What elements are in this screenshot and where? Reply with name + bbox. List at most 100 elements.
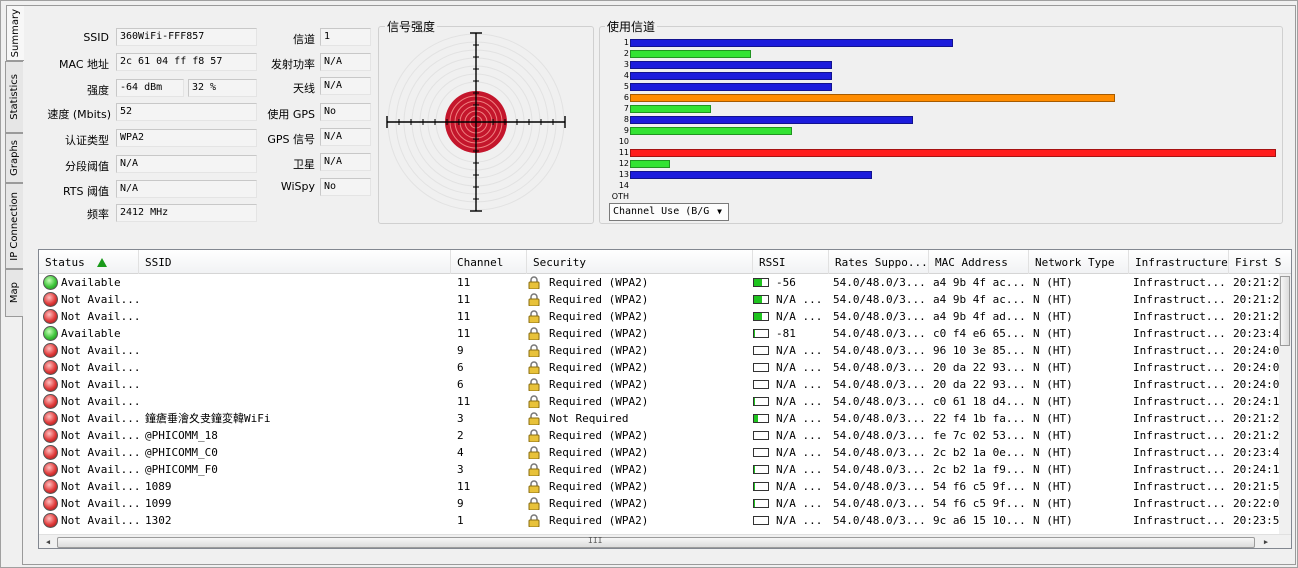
status-unavailable-icon bbox=[43, 394, 58, 409]
cell-security: Required (WPA2) bbox=[549, 344, 649, 357]
channel-tick-label: 11 bbox=[618, 148, 629, 157]
sort-asc-icon bbox=[97, 258, 107, 267]
table-row[interactable]: Available 11 Required (WPA2) -56 54.0/48.0/3… bbox=[39, 274, 1291, 291]
horizontal-scroll-thumb[interactable]: III bbox=[57, 536, 1255, 548]
cell-infra: Infrastruct... bbox=[1133, 378, 1226, 391]
tab-graphs[interactable]: Graphs bbox=[5, 133, 23, 183]
cell-rates: 54.0/48.0/3... bbox=[833, 412, 926, 425]
table-row[interactable]: Not Avail... 6 Required (WPA2) N/A ... 54.0/… bbox=[39, 376, 1291, 393]
cell-channel: 6 bbox=[457, 378, 464, 391]
cell-rssi: N/A ... bbox=[776, 395, 823, 408]
table-row[interactable]: Not Avail... 1302 1 Required (WPA2) N/A ... 5… bbox=[39, 512, 1291, 529]
table-row[interactable]: Not Avail... 11 Required (WPA2) N/A ... 54.0… bbox=[39, 291, 1291, 308]
tab-ip-connection[interactable]: IP Connection bbox=[5, 183, 23, 269]
cell-ssid bbox=[145, 342, 451, 359]
col-network-type[interactable]: Network Type bbox=[1029, 250, 1129, 274]
table-row[interactable]: Not Avail... 9 Required (WPA2) N/A ... 54.0/… bbox=[39, 342, 1291, 359]
table-row[interactable]: Available 11 Required (WPA2) -81 54.0/48.0/3… bbox=[39, 325, 1291, 342]
table-row[interactable]: Not Avail... 6 Required (WPA2) N/A ... 54.0/… bbox=[39, 359, 1291, 376]
col-rates[interactable]: Rates Suppo... bbox=[829, 250, 929, 274]
table-row[interactable]: Not Avail... 1089 11 Required (WPA2) N/A ...… bbox=[39, 478, 1291, 495]
table-row[interactable]: Not Avail... @PHICOMM_F0 3 Required (WPA2) N… bbox=[39, 461, 1291, 478]
tab-summary[interactable]: Summary bbox=[6, 5, 24, 61]
col-rssi[interactable]: RSSI bbox=[753, 250, 829, 274]
channel-tick-label: 6 bbox=[623, 93, 629, 102]
cell-type: N (HT) bbox=[1033, 378, 1073, 391]
cell-ssid: 1089 bbox=[145, 480, 172, 493]
cell-security: Required (WPA2) bbox=[549, 429, 649, 442]
strength-label: 强度 bbox=[87, 84, 109, 97]
table-header: Status SSID Channel Security RSSI Rates … bbox=[39, 250, 1291, 274]
channel-row: 4 bbox=[607, 70, 1283, 81]
cell-mac: fe 7c 02 53... bbox=[933, 429, 1026, 442]
satellite-value: N/A bbox=[320, 153, 371, 171]
wispy-value: No bbox=[320, 178, 371, 196]
tab-map[interactable]: Map bbox=[5, 269, 23, 317]
cell-mac: 96 10 3e 85... bbox=[933, 344, 1026, 357]
cell-rates: 54.0/48.0/3... bbox=[833, 395, 926, 408]
col-status[interactable]: Status bbox=[39, 250, 139, 274]
horizontal-scrollbar[interactable]: ◀ III ▶ bbox=[39, 534, 1291, 548]
status-unavailable-icon bbox=[43, 309, 58, 324]
channel-row: 2 bbox=[607, 48, 1283, 59]
col-security[interactable]: Security bbox=[527, 250, 753, 274]
cell-security: Required (WPA2) bbox=[549, 378, 649, 391]
scroll-right-icon[interactable]: ▶ bbox=[1259, 537, 1273, 548]
cell-mac: a4 9b 4f ac... bbox=[933, 293, 1026, 306]
cell-mac: 20 da 22 93... bbox=[933, 378, 1026, 391]
status-unavailable-icon bbox=[43, 428, 58, 443]
cell-type: N (HT) bbox=[1033, 480, 1073, 493]
channel-bar bbox=[630, 116, 913, 124]
channel-use-select[interactable]: Channel Use (B/G ▼ bbox=[609, 203, 729, 221]
vertical-scrollbar[interactable] bbox=[1279, 274, 1291, 534]
cell-status: Available bbox=[61, 276, 121, 289]
cell-mac: 54 f6 c5 9f... bbox=[933, 480, 1026, 493]
cell-type: N (HT) bbox=[1033, 395, 1073, 408]
col-infrastructure[interactable]: Infrastructure bbox=[1129, 250, 1229, 274]
auth-value: WPA2 bbox=[116, 129, 257, 147]
col-channel[interactable]: Channel bbox=[451, 250, 527, 274]
cell-channel: 4 bbox=[457, 446, 464, 459]
table-row[interactable]: Not Avail... 1099 9 Required (WPA2) N/A ... 5… bbox=[39, 495, 1291, 512]
status-unavailable-icon bbox=[43, 445, 58, 460]
channel-row: 7 bbox=[607, 103, 1283, 114]
mac-label: MAC 地址 bbox=[59, 58, 109, 71]
cell-security: Required (WPA2) bbox=[549, 497, 649, 510]
channel-tick-label: 4 bbox=[623, 71, 629, 80]
table-body: Available 11 Required (WPA2) -56 54.0/48.0/3… bbox=[39, 274, 1291, 534]
channel-bar bbox=[630, 105, 711, 113]
channel-bar bbox=[630, 160, 670, 168]
cell-type: N (HT) bbox=[1033, 276, 1073, 289]
cell-mac: a4 9b 4f ac... bbox=[933, 276, 1026, 289]
channel-row: 1 bbox=[607, 37, 1283, 48]
channel-row: 14 bbox=[607, 180, 1283, 191]
vertical-scroll-thumb[interactable] bbox=[1280, 276, 1290, 346]
cell-mac: 54 f6 c5 9f... bbox=[933, 497, 1026, 510]
cell-channel: 9 bbox=[457, 497, 464, 510]
cell-status: Not Avail... bbox=[61, 446, 139, 459]
speed-value: 52 bbox=[116, 103, 257, 121]
channel-row: 12 bbox=[607, 158, 1283, 169]
table-row[interactable]: Not Avail... 11 Required (WPA2) N/A ... 54.0… bbox=[39, 393, 1291, 410]
satellite-label: 卫星 bbox=[293, 158, 315, 171]
cell-infra: Infrastruct... bbox=[1133, 310, 1226, 323]
cell-rssi: N/A ... bbox=[776, 497, 823, 510]
strength-percent-value: 32 % bbox=[188, 79, 257, 97]
antenna-label: 天线 bbox=[293, 82, 315, 95]
col-mac[interactable]: MAC Address bbox=[929, 250, 1029, 274]
cell-ssid bbox=[145, 325, 451, 342]
gps-signal-value: N/A bbox=[320, 128, 371, 146]
table-row[interactable]: Not Avail... @PHICOMM_18 2 Required (WPA2) N… bbox=[39, 427, 1291, 444]
scroll-left-icon[interactable]: ◀ bbox=[41, 537, 55, 548]
signal-strength-target bbox=[386, 32, 566, 212]
status-unavailable-icon bbox=[43, 462, 58, 477]
cell-security: Required (WPA2) bbox=[549, 276, 649, 289]
channel-bar bbox=[630, 171, 872, 179]
col-first-seen[interactable]: First S bbox=[1229, 250, 1291, 274]
table-row[interactable]: Not Avail... @PHICOMM_C0 4 Required (WPA2) N… bbox=[39, 444, 1291, 461]
table-row[interactable]: Not Avail... 鐘瘡垂澮夊叏鐘変韓WiFi 3 Not Required N/… bbox=[39, 410, 1291, 427]
status-unavailable-icon bbox=[43, 496, 58, 511]
table-row[interactable]: Not Avail... 11 Required (WPA2) N/A ... 54.0… bbox=[39, 308, 1291, 325]
col-ssid[interactable]: SSID bbox=[139, 250, 451, 274]
tab-statistics[interactable]: Statistics bbox=[5, 61, 23, 133]
